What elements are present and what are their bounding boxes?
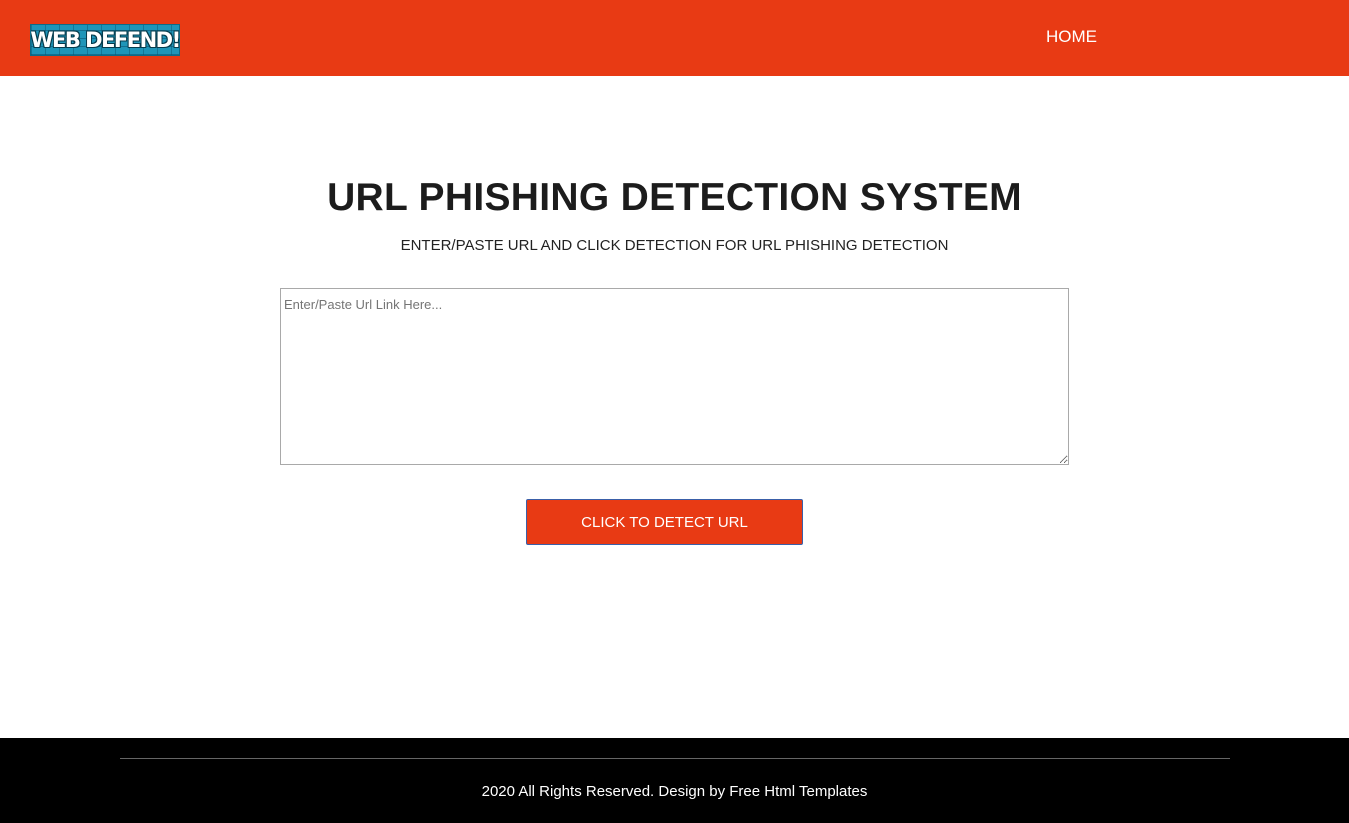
nav-home-link[interactable]: HOME [1046,27,1097,47]
page-title: URL PHISHING DETECTION SYSTEM [327,176,1022,219]
footer-templates-link[interactable]: Free Html Templates [729,783,867,800]
url-input[interactable] [280,288,1069,465]
detect-url-button[interactable]: CLICK TO DETECT URL [526,499,803,545]
footer-copyright: 2020 All Rights Reserved. Design by Free… [0,783,1349,800]
footer-copyright-text: 2020 All Rights Reserved. Design by [481,783,730,800]
logo-text: WEB DEFEND! [30,28,180,52]
footer-divider [120,758,1230,759]
site-footer: 2020 All Rights Reserved. Design by Free… [0,738,1349,823]
site-header: WEB DEFEND! HOME [0,0,1349,76]
page-subtitle: ENTER/PASTE URL AND CLICK DETECTION FOR … [400,237,949,254]
webdefend-logo[interactable]: WEB DEFEND! [30,24,180,56]
